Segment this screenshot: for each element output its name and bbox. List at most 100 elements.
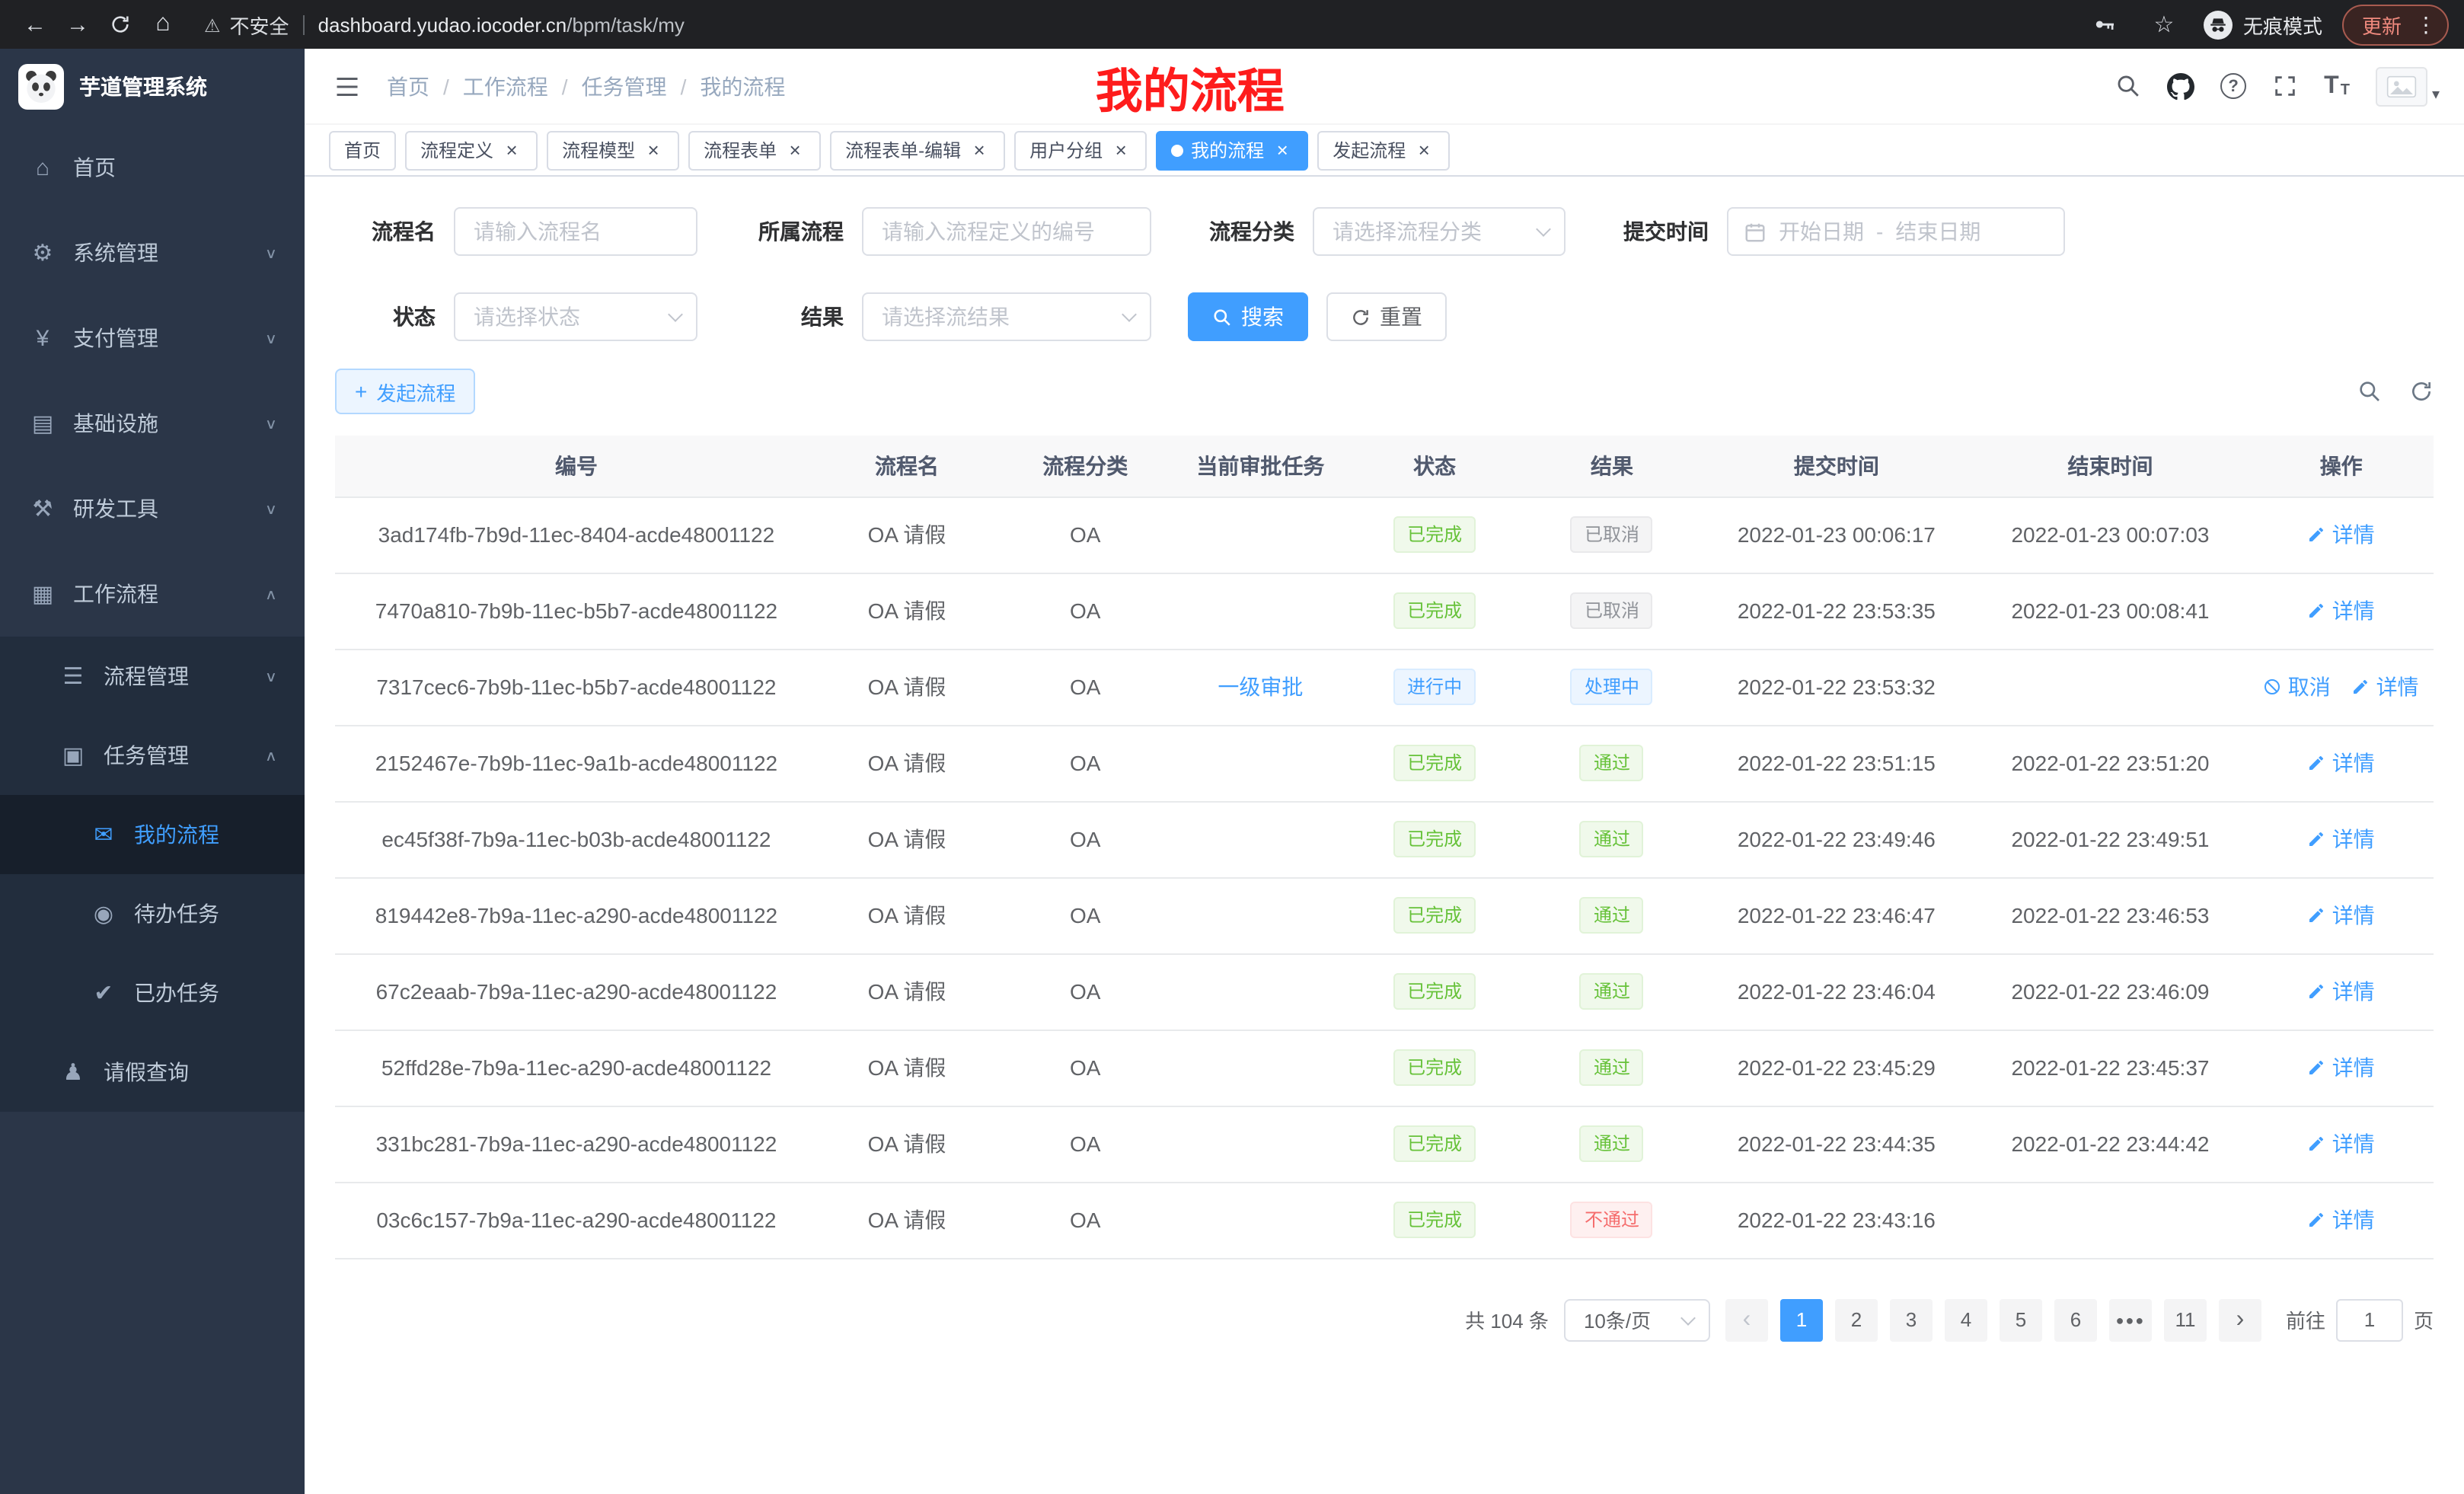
topbar: 首页/ 工作流程/ 任务管理/ 我的流程 我的流程 xyxy=(305,49,2464,125)
breadcrumb-item[interactable]: 工作流程/ xyxy=(463,71,582,101)
owner-process-input[interactable] xyxy=(862,207,1151,256)
detail-link[interactable]: 详情 xyxy=(2308,900,2375,931)
tab-start-process[interactable]: 发起流程 × xyxy=(1317,130,1450,170)
search-icon[interactable] xyxy=(2115,73,2141,99)
sidebar-item-dev-tools[interactable]: ⚒ 研发工具 ∨ xyxy=(0,466,305,551)
filter-row-1: 流程名 所属流程 流程分类 请选择流程分类 xyxy=(335,207,2434,256)
bookmark-star-icon[interactable] xyxy=(2144,5,2184,44)
security-warning[interactable]: 不安全 xyxy=(204,10,289,39)
detail-link[interactable]: 详情 xyxy=(2308,824,2375,854)
page-button-2[interactable]: 2 xyxy=(1835,1298,1878,1341)
sidebar-item-payment-mgmt[interactable]: ¥ 支付管理 ∨ xyxy=(0,295,305,381)
sidebar-item-done-tasks[interactable]: ✔ 已办任务 xyxy=(0,953,305,1033)
breadcrumb-item[interactable]: 任务管理/ xyxy=(582,71,701,101)
detail-link[interactable]: 详情 xyxy=(2308,1128,2375,1159)
page-size-select[interactable]: 10条/页 xyxy=(1564,1298,1710,1341)
fullscreen-icon[interactable] xyxy=(2272,73,2298,99)
page-button-4[interactable]: 4 xyxy=(1945,1298,1987,1341)
browser-menu-icon[interactable] xyxy=(2415,11,2437,37)
browser-update-button[interactable]: 更新 xyxy=(2342,4,2449,45)
tab-home[interactable]: 首页 × xyxy=(329,130,396,170)
table-refresh-icon[interactable] xyxy=(2409,379,2434,404)
reset-button[interactable]: 重置 xyxy=(1326,292,1447,341)
table-search-icon[interactable] xyxy=(2357,379,2382,404)
current-task-link[interactable]: 一级审批 xyxy=(1218,672,1303,702)
detail-link[interactable]: 详情 xyxy=(2352,672,2419,702)
forward-icon[interactable] xyxy=(58,5,97,44)
submit-time-range-picker[interactable]: 开始日期 - 结束日期 xyxy=(1727,207,2065,256)
close-icon[interactable]: × xyxy=(501,139,522,161)
cell-operations: 取消 详情 xyxy=(2249,573,2434,649)
detail-link[interactable]: 详情 xyxy=(2308,976,2375,1007)
next-page-button[interactable]: › xyxy=(2219,1298,2261,1341)
home-icon[interactable] xyxy=(143,5,183,44)
github-icon[interactable] xyxy=(2167,72,2194,100)
sidebar-item-task-mgmt[interactable]: ▣ 任务管理 ∧ xyxy=(0,716,305,795)
tab-process-form[interactable]: 流程表单 × xyxy=(688,130,821,170)
goto-page-input[interactable] xyxy=(2336,1298,2403,1341)
reload-icon[interactable] xyxy=(101,5,140,44)
prev-page-button[interactable]: ‹ xyxy=(1725,1298,1768,1341)
create-process-button[interactable]: 发起流程 xyxy=(335,369,475,414)
detail-link[interactable]: 详情 xyxy=(2308,595,2375,626)
breadcrumb-item[interactable]: 首页/ xyxy=(387,71,463,101)
help-icon[interactable] xyxy=(2220,73,2246,99)
goto-page: 前往 页 xyxy=(2286,1298,2434,1341)
page-button-6[interactable]: 6 xyxy=(2054,1298,2097,1341)
sidebar-item-todo-tasks[interactable]: ◉ 待办任务 xyxy=(0,874,305,953)
table-row: 331bc281-7b9a-11ec-a290-acde48001122 OA … xyxy=(335,1106,2434,1182)
category-select[interactable]: 请选择流程分类 xyxy=(1313,207,1566,256)
sidebar-item-process-mgmt[interactable]: ☰ 流程管理 ∨ xyxy=(0,637,305,716)
incognito-badge[interactable]: 无痕模式 xyxy=(2204,10,2322,39)
close-icon[interactable]: × xyxy=(643,139,664,161)
cancel-link[interactable]: 取消 xyxy=(2264,672,2331,702)
detail-link[interactable]: 详情 xyxy=(2308,748,2375,778)
back-icon[interactable] xyxy=(15,5,55,44)
detail-link[interactable]: 详情 xyxy=(2308,1052,2375,1083)
page-button-11[interactable]: 11 xyxy=(2164,1298,2207,1341)
process-name-input[interactable] xyxy=(454,207,697,256)
page-button-1[interactable]: 1 xyxy=(1780,1298,1823,1341)
cell-submit-time: 2022-01-22 23:53:32 xyxy=(1701,649,1972,725)
close-icon[interactable]: × xyxy=(1272,139,1293,161)
user-avatar-menu[interactable] xyxy=(2376,66,2440,106)
sidebar-item-leave-query[interactable]: ♟ 请假查询 xyxy=(0,1033,305,1112)
address-bar[interactable]: 不安全 dashboard.yudao.iocoder.cn/bpm/task/… xyxy=(204,5,2063,44)
cell-category: OA xyxy=(996,573,1174,649)
close-icon[interactable]: × xyxy=(784,139,806,161)
tab-user-group[interactable]: 用户分组 × xyxy=(1014,130,1147,170)
detail-link[interactable]: 详情 xyxy=(2308,1205,2375,1235)
more-pages-button[interactable]: ●●● xyxy=(2109,1298,2152,1341)
app-shell: 芋道管理系统 ⌂ 首页 ⚙ 系统管理 ∨ xyxy=(0,49,2464,1494)
result-badge: 已取消 xyxy=(1571,516,1653,553)
table-toolbar: 发起流程 xyxy=(335,369,2434,414)
sidebar-item-home[interactable]: ⌂ 首页 xyxy=(0,125,305,210)
status-select[interactable]: 请选择状态 xyxy=(454,292,697,341)
app-logo[interactable]: 芋道管理系统 xyxy=(0,49,305,125)
sidebar-item-system-mgmt[interactable]: ⚙ 系统管理 ∨ xyxy=(0,210,305,295)
close-icon[interactable]: × xyxy=(1413,139,1435,161)
close-icon[interactable]: × xyxy=(969,139,990,161)
sidebar-item-my-process[interactable]: ✉ 我的流程 xyxy=(0,795,305,874)
sidebar-item-workflow[interactable]: ▦ 工作流程 ∧ xyxy=(0,551,305,637)
result-select[interactable]: 请选择流结果 xyxy=(862,292,1151,341)
sidebar-item-label: 流程管理 xyxy=(104,661,189,691)
sidebar-item-infrastructure[interactable]: ▤ 基础设施 ∨ xyxy=(0,381,305,466)
password-key-icon[interactable] xyxy=(2085,5,2124,44)
font-size-icon[interactable] xyxy=(2324,74,2350,98)
cell-process-name: OA 请假 xyxy=(818,877,996,953)
cell-end-time: 2022-01-23 00:07:03 xyxy=(1972,496,2249,573)
search-button[interactable]: 搜索 xyxy=(1188,292,1308,341)
chevron-icon: ∧ xyxy=(265,747,277,764)
page-button-3[interactable]: 3 xyxy=(1890,1298,1933,1341)
detail-link[interactable]: 详情 xyxy=(2308,519,2375,550)
tab-my-process[interactable]: 我的流程 × xyxy=(1156,130,1308,170)
tab-process-form-edit[interactable]: 流程表单-编辑 × xyxy=(830,130,1005,170)
page-button-5[interactable]: 5 xyxy=(2000,1298,2042,1341)
cell-status: 已完成 xyxy=(1346,801,1523,877)
sidebar-fold-icon[interactable] xyxy=(329,68,365,104)
close-icon[interactable]: × xyxy=(1110,139,1131,161)
tab-process-definition[interactable]: 流程定义 × xyxy=(405,130,538,170)
breadcrumb-item[interactable]: 我的流程 xyxy=(700,71,785,101)
tab-process-model[interactable]: 流程模型 × xyxy=(547,130,679,170)
